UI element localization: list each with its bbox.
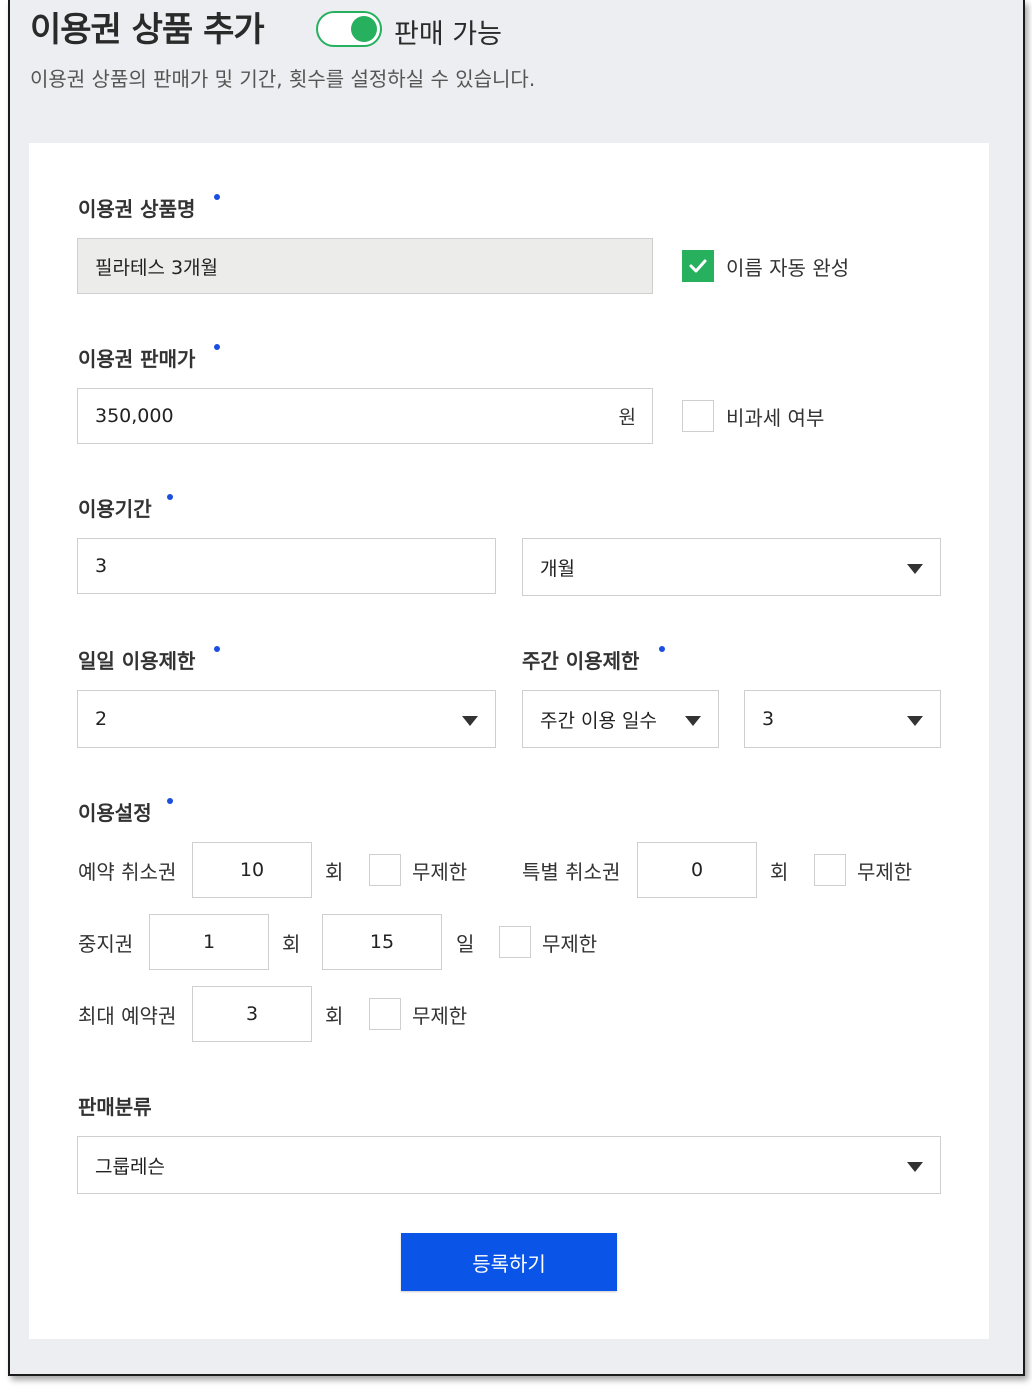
daily-limit-select[interactable]: 2 (77, 690, 496, 748)
sale-available-toggle[interactable] (316, 11, 382, 47)
form-card: 이용권 상품명 필라테스 3개월 이름 자동 완성 이용권 판매가 350,00… (29, 143, 989, 1339)
special-cancel-input[interactable]: 0 (637, 842, 757, 898)
category-label: 판매분류 (78, 1095, 152, 1119)
page-frame: 이용권 상품 추가 판매 가능 이용권 상품의 판매가 및 기간, 횟수를 설정… (8, 0, 1025, 1376)
page-title: 이용권 상품 추가 (30, 10, 265, 50)
chevron-down-icon (907, 1162, 923, 1172)
special-cancel-label: 특별 취소권 (522, 860, 621, 884)
price-input[interactable]: 350,000 원 (77, 388, 653, 444)
max-reservation-unit: 회 (325, 1004, 344, 1028)
reservation-cancel-label: 예약 취소권 (78, 860, 177, 884)
auto-complete-label: 이름 자동 완성 (726, 256, 850, 280)
tax-free-checkbox[interactable] (682, 400, 714, 432)
required-dot (214, 194, 220, 200)
max-reservation-unlimited-checkbox[interactable] (369, 998, 401, 1030)
category-select[interactable]: 그룹레슨 (77, 1136, 941, 1194)
pause-unlimited-checkbox[interactable] (499, 926, 531, 958)
period-value: 3 (95, 555, 108, 577)
reservation-cancel-unlimited-label: 무제한 (412, 860, 468, 884)
period-unit-value: 개월 (540, 557, 575, 580)
product-name-input[interactable]: 필라테스 3개월 (77, 238, 653, 294)
reservation-cancel-input[interactable]: 10 (192, 842, 312, 898)
price-unit: 원 (618, 406, 636, 429)
toggle-knob (351, 16, 377, 42)
price-value: 350,000 (95, 405, 174, 427)
reservation-cancel-unit: 회 (325, 860, 344, 884)
price-label: 이용권 판매가 (78, 347, 196, 371)
submit-button[interactable]: 등록하기 (401, 1233, 617, 1291)
weekly-limit-type-select[interactable]: 주간 이용 일수 (522, 690, 719, 748)
period-input[interactable]: 3 (77, 538, 496, 594)
chevron-down-icon (462, 716, 478, 726)
toggle-label: 판매 가능 (394, 19, 502, 50)
pause-count-input[interactable]: 1 (149, 914, 269, 970)
category-value: 그룹레슨 (95, 1155, 165, 1178)
special-cancel-value: 0 (690, 859, 704, 881)
daily-limit-value: 2 (95, 708, 108, 730)
weekly-limit-type-value: 주간 이용 일수 (540, 709, 657, 732)
page-subtitle: 이용권 상품의 판매가 및 기간, 횟수를 설정하실 수 있습니다. (30, 67, 536, 91)
reservation-cancel-unlimited-checkbox[interactable] (369, 854, 401, 886)
pause-count-value: 1 (202, 931, 216, 953)
reservation-cancel-value: 10 (239, 859, 265, 881)
product-name-label: 이용권 상품명 (78, 197, 196, 221)
period-label: 이용기간 (78, 497, 152, 521)
check-icon (689, 259, 707, 273)
special-cancel-unit: 회 (770, 860, 789, 884)
required-dot (167, 798, 173, 804)
required-dot (167, 494, 173, 500)
pause-count-unit: 회 (282, 932, 301, 956)
max-reservation-unlimited-label: 무제한 (412, 1004, 468, 1028)
pause-days-input[interactable]: 15 (322, 914, 442, 970)
pause-label: 중지권 (78, 932, 134, 956)
daily-limit-label: 일일 이용제한 (78, 649, 196, 673)
pause-days-value: 15 (369, 931, 395, 953)
tax-free-label: 비과세 여부 (726, 406, 825, 430)
required-dot (214, 646, 220, 652)
chevron-down-icon (685, 716, 701, 726)
pause-days-unit: 일 (456, 932, 475, 956)
special-cancel-unlimited-label: 무제한 (857, 860, 913, 884)
max-reservation-input[interactable]: 3 (192, 986, 312, 1042)
required-dot (659, 646, 665, 652)
period-unit-select[interactable]: 개월 (522, 538, 941, 596)
special-cancel-unlimited-checkbox[interactable] (814, 854, 846, 886)
weekly-limit-value: 3 (762, 708, 775, 730)
max-reservation-label: 최대 예약권 (78, 1004, 177, 1028)
product-name-value: 필라테스 3개월 (95, 256, 219, 279)
usage-settings-label: 이용설정 (78, 801, 152, 825)
chevron-down-icon (907, 564, 923, 574)
weekly-limit-value-select[interactable]: 3 (744, 690, 941, 748)
weekly-limit-label: 주간 이용제한 (522, 649, 640, 673)
max-reservation-value: 3 (245, 1003, 259, 1025)
chevron-down-icon (907, 716, 923, 726)
required-dot (214, 344, 220, 350)
auto-complete-checkbox[interactable] (682, 250, 714, 282)
pause-unlimited-label: 무제한 (542, 932, 598, 956)
